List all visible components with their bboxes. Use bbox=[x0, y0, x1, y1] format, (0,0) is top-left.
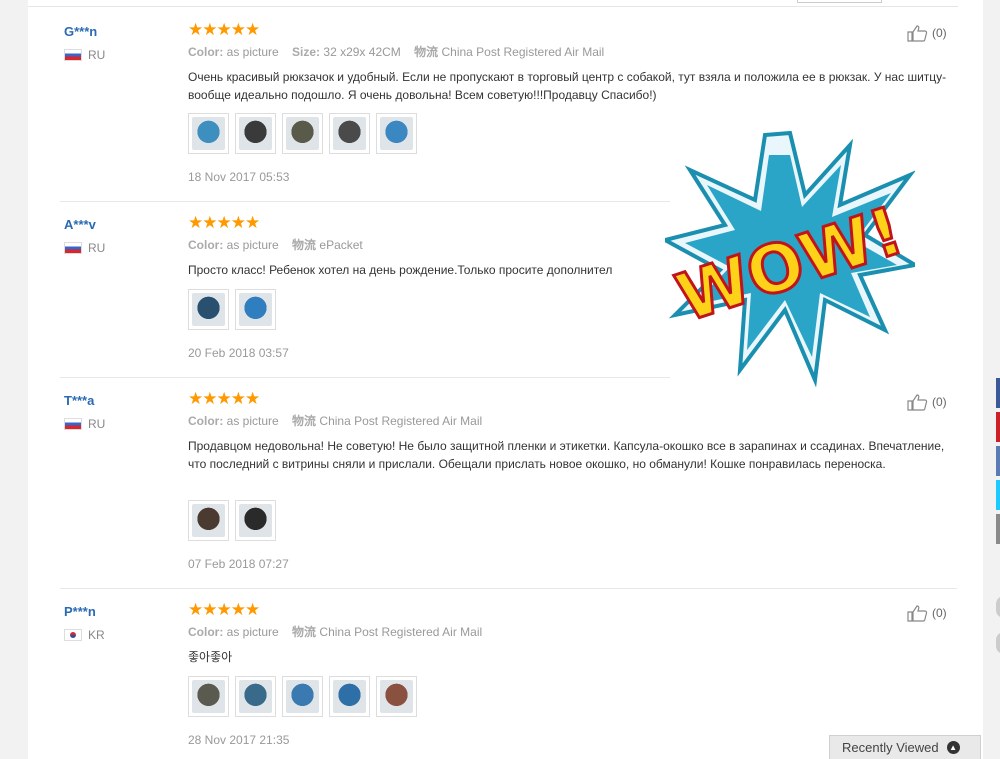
top-divider bbox=[28, 6, 958, 7]
review-text: Просто класс! Ребенок хотел на день рожд… bbox=[188, 263, 613, 277]
korea-flag-icon bbox=[64, 629, 82, 641]
review-username[interactable]: P***n bbox=[64, 604, 96, 619]
review-country: RU bbox=[64, 241, 105, 255]
review-text: Продавцом недовольна! Не советую! Не был… bbox=[188, 439, 945, 471]
russia-flag-icon bbox=[64, 49, 82, 61]
review-photo-thumbnail[interactable] bbox=[235, 676, 276, 717]
review-photo-thumbnail[interactable] bbox=[376, 676, 417, 717]
review-photo-thumbnail[interactable] bbox=[329, 113, 370, 154]
review-photo-thumbnail[interactable] bbox=[235, 113, 276, 154]
review-meta: Color: as picture 物流 China Post Register… bbox=[188, 414, 483, 428]
review-photo-thumbnail[interactable] bbox=[282, 113, 323, 154]
review-country: RU bbox=[64, 417, 105, 431]
review-username[interactable]: T***a bbox=[64, 393, 94, 408]
review-username[interactable]: G***n bbox=[64, 24, 97, 39]
review-photo-thumbnail[interactable] bbox=[235, 500, 276, 541]
review-meta: Color: as picture 物流 ePacket bbox=[188, 238, 363, 252]
thumbs-up-icon bbox=[907, 605, 928, 622]
review-photos bbox=[188, 113, 417, 154]
country-code: RU bbox=[88, 241, 106, 255]
review-meta: Color: as picture Size: 32 x29x 42CM 物流 … bbox=[188, 45, 605, 59]
helpful-button[interactable]: (0) bbox=[906, 24, 947, 42]
share-twitter-tab[interactable] bbox=[996, 480, 1000, 510]
rating-stars: ★★★★★ bbox=[188, 600, 260, 619]
review-photo-thumbnail[interactable] bbox=[235, 289, 276, 330]
review-photo-thumbnail[interactable] bbox=[188, 500, 229, 541]
country-code: RU bbox=[88, 417, 106, 431]
thumbs-up-icon bbox=[907, 394, 928, 411]
review-date: 07 Feb 2018 07:27 bbox=[188, 557, 289, 571]
review-username[interactable]: A***v bbox=[64, 217, 96, 232]
recently-viewed-label: Recently Viewed bbox=[842, 740, 939, 755]
review-photo-thumbnail[interactable] bbox=[188, 289, 229, 330]
share-more-tab[interactable] bbox=[996, 514, 1000, 544]
wow-sticker: WOW! bbox=[665, 130, 915, 387]
review-photo-thumbnail[interactable] bbox=[188, 113, 229, 154]
review-date: 20 Feb 2018 03:57 bbox=[188, 346, 289, 360]
review-photos bbox=[188, 289, 276, 330]
review-date: 18 Nov 2017 05:53 bbox=[188, 170, 290, 184]
review-photos bbox=[188, 500, 276, 541]
russia-flag-icon bbox=[64, 418, 82, 430]
share-pinterest-tab[interactable] bbox=[996, 412, 1000, 442]
rating-stars: ★★★★★ bbox=[188, 20, 260, 39]
recently-viewed-button[interactable]: Recently Viewed ▲ bbox=[829, 735, 981, 759]
side-scroll-button[interactable] bbox=[996, 596, 1000, 618]
rating-stars: ★★★★★ bbox=[188, 213, 260, 232]
review-photo-thumbnail[interactable] bbox=[282, 676, 323, 717]
country-code: KR bbox=[88, 628, 105, 642]
top-control[interactable] bbox=[797, 0, 882, 3]
review-photo-thumbnail[interactable] bbox=[188, 676, 229, 717]
review-date: 28 Nov 2017 21:35 bbox=[188, 733, 290, 747]
review-photo-thumbnail[interactable] bbox=[329, 676, 370, 717]
russia-flag-icon bbox=[64, 242, 82, 254]
share-tabs bbox=[996, 378, 1000, 548]
review-country: RU bbox=[64, 48, 105, 62]
helpful-button[interactable]: (0) bbox=[906, 393, 947, 411]
review-meta: Color: as picture 物流 China Post Register… bbox=[188, 625, 483, 639]
review-country: KR bbox=[64, 628, 105, 642]
share-facebook-tab[interactable] bbox=[996, 378, 1000, 408]
thumbs-up-icon bbox=[907, 25, 928, 42]
review-text: Очень красивый рюкзачок и удобный. Если … bbox=[188, 70, 947, 102]
review-photos bbox=[188, 676, 417, 717]
review-divider bbox=[60, 377, 670, 378]
review-photo-thumbnail[interactable] bbox=[376, 113, 417, 154]
review-divider bbox=[60, 201, 670, 202]
helpful-button[interactable]: (0) bbox=[906, 604, 947, 622]
review-text: 좋아좋아 bbox=[188, 650, 233, 664]
share-vk-tab[interactable] bbox=[996, 446, 1000, 476]
side-scroll-button[interactable] bbox=[996, 632, 1000, 654]
review-divider bbox=[60, 588, 957, 589]
country-code: RU bbox=[88, 48, 106, 62]
chevron-up-icon: ▲ bbox=[946, 741, 960, 754]
rating-stars: ★★★★★ bbox=[188, 389, 260, 408]
